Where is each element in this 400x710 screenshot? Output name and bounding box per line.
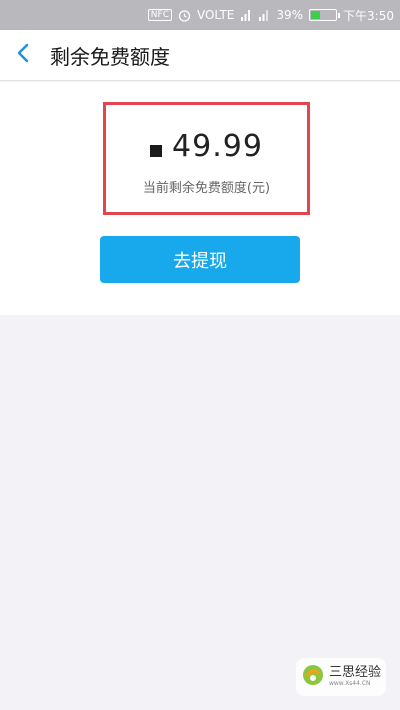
chevron-left-icon [16, 43, 30, 67]
logo-icon [301, 663, 325, 691]
battery-fill [311, 11, 321, 19]
watermark-title: 三思经验 [328, 665, 381, 680]
amount-row: 49.99 [106, 129, 307, 164]
quota-section: 49.99 当前剩余免费额度(元) 去提现 [0, 82, 400, 315]
withdraw-button[interactable]: 去提现 [100, 236, 300, 283]
status-time: 下午3:50 [343, 8, 394, 23]
battery-icon [309, 9, 341, 21]
watermark-url: www.Xs44.CN [328, 680, 371, 687]
quota-label: 当前剩余免费额度(元) [142, 181, 271, 196]
status-bar: NFC VOLTE 39% 下午3:50 [0, 0, 400, 30]
signal-icon-2 [258, 9, 270, 22]
watermark-logo: 三思经验 www.Xs44.CN [296, 658, 386, 696]
currency-mark [150, 144, 163, 157]
quota-highlight-box: 49.99 当前剩余免费额度(元) [103, 102, 310, 215]
page-title: 剩余免费额度 [50, 44, 170, 69]
battery-percent: 39% [276, 8, 304, 22]
nfc-badge: NFC [147, 9, 172, 21]
app-header: 剩余免费额度 [0, 30, 400, 81]
quota-amount: 49.99 [172, 129, 263, 164]
back-button[interactable] [0, 30, 46, 81]
signal-icon-1 [240, 9, 252, 22]
alarm-icon [178, 9, 191, 22]
network-type: VOLTE [196, 8, 235, 22]
